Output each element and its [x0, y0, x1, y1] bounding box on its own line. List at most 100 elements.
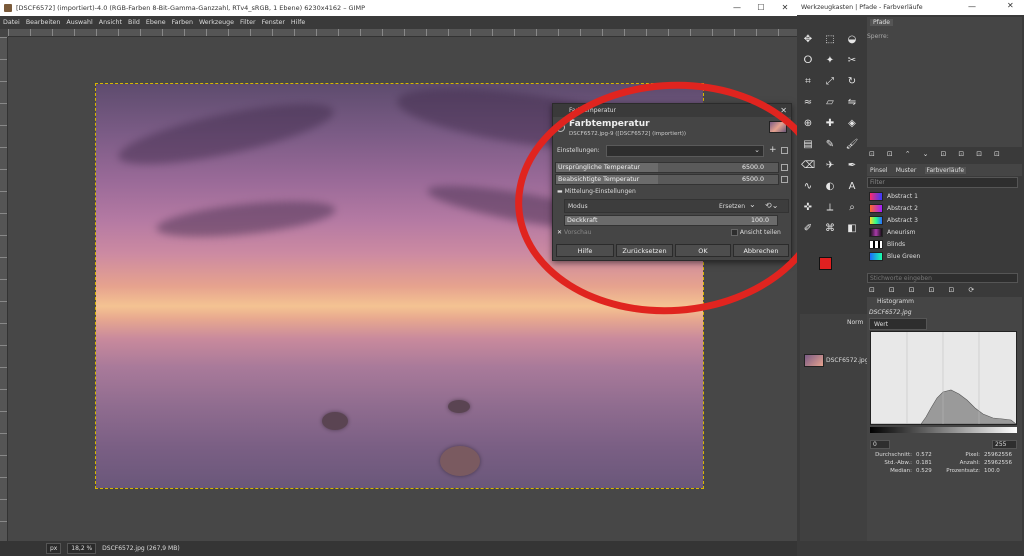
foreground-color-swatch[interactable]	[819, 257, 832, 270]
unit-select[interactable]: px	[46, 543, 62, 554]
channel-value: Wert	[874, 321, 889, 328]
histogram-title: Histogramm	[877, 298, 914, 305]
filter-combo[interactable]: Filter	[867, 177, 1018, 188]
gradient-name: Blue Green	[887, 253, 921, 260]
ink-icon[interactable]: ✒	[845, 159, 859, 173]
layer-name[interactable]: DSCF6572.jpg	[826, 357, 869, 364]
text-icon[interactable]: A	[845, 180, 859, 194]
gradient-swatch	[869, 204, 883, 213]
tab-brushes[interactable]: Pinsel	[870, 167, 887, 174]
minimize-button[interactable]: —	[725, 0, 749, 16]
vertical-ruler[interactable]	[0, 37, 8, 541]
histogram-curve	[871, 389, 1017, 425]
status-file: DSCF6572.jpg (267,9 MB)	[102, 545, 180, 552]
paths-actions[interactable]: ⊡⊡⌃⌄⊡⊡⊡⊡	[869, 150, 1019, 160]
clone-icon[interactable]: ⊕	[801, 117, 815, 131]
gradient-item[interactable]: Blue Green	[869, 251, 920, 263]
heal-icon[interactable]: ✚	[823, 117, 837, 131]
range-min-input[interactable]: 0	[870, 440, 890, 449]
toolbox-minimize-button[interactable]: —	[968, 2, 976, 11]
status-bar: px 18,2 % DSCF6572.jpg (267,9 MB)	[0, 541, 797, 556]
unified-transform-icon[interactable]: ⤢	[823, 75, 837, 89]
gradient-item[interactable]: Abstract 1	[869, 191, 918, 203]
toolbox-titlebar: Werkzeugkasten | Pfade - Farbverläufe	[797, 0, 1024, 15]
menu-filters[interactable]: Filter	[237, 16, 259, 29]
menu-file[interactable]: Datei	[0, 16, 23, 29]
eraser-icon[interactable]: ⌫	[801, 159, 815, 173]
menu-view[interactable]: Ansicht	[96, 16, 125, 29]
histogram-svg	[871, 332, 1017, 425]
paint-bucket-icon[interactable]: ◈	[845, 117, 859, 131]
crop-icon[interactable]: ⌗	[801, 75, 815, 89]
perspective-icon[interactable]: ▱	[823, 96, 837, 110]
gradient-item[interactable]: Abstract 3	[869, 215, 918, 227]
rock-shape	[448, 400, 470, 413]
color-picker-icon[interactable]: ✜	[801, 201, 815, 215]
warp-icon[interactable]: ≈	[801, 96, 815, 110]
gradient-item[interactable]: Abstract 2	[869, 203, 918, 215]
rock-shape	[322, 412, 348, 430]
tab-gradients[interactable]: Farbverläufe	[924, 167, 967, 174]
tag-search-input[interactable]: Stichworte eingeben	[867, 273, 1018, 283]
menu-colors[interactable]: Farben	[169, 16, 196, 29]
layer-mode[interactable]: Norm	[847, 319, 863, 326]
horizontal-ruler[interactable]	[8, 29, 797, 37]
scissors-icon[interactable]: ✂	[845, 54, 859, 68]
menu-select[interactable]: Auswahl	[63, 16, 95, 29]
filter-label: Filter	[870, 179, 885, 186]
menu-help[interactable]: Hilfe	[288, 16, 308, 29]
fuzzy-select-icon[interactable]: ✦	[823, 54, 837, 68]
menu-bar: Datei Bearbeiten Auswahl Ansicht Bild Ebene Fa…	[0, 16, 797, 29]
cloud-shape	[154, 194, 338, 244]
gradient-swatch	[869, 240, 883, 249]
range-min: 0	[873, 441, 877, 448]
stat-median-label: Median:	[890, 468, 912, 474]
gradient-name: Abstract 2	[887, 205, 918, 212]
channel-select[interactable]: Wert	[869, 318, 927, 330]
gradient-icon[interactable]: ▤	[801, 138, 815, 152]
fg-select-icon[interactable]: ◒	[845, 33, 859, 47]
airbrush-icon[interactable]: ✈	[823, 159, 837, 173]
close-button[interactable]: ✕	[773, 0, 797, 16]
zoom-icon[interactable]: ⌕	[845, 201, 859, 215]
gradient-swatch	[869, 252, 883, 261]
paths-icon[interactable]: ✐	[801, 222, 815, 236]
histogram-graph[interactable]	[870, 331, 1017, 425]
gradient-swatch	[869, 228, 883, 237]
paths-tab[interactable]: Pfade	[870, 19, 893, 26]
gimp-icon	[4, 4, 12, 12]
menu-image[interactable]: Bild	[125, 16, 143, 29]
menu-tools[interactable]: Werkzeuge	[196, 16, 237, 29]
flip-icon[interactable]: ⇋	[845, 96, 859, 110]
blend-icon[interactable]: ◧	[845, 222, 859, 236]
smudge-icon[interactable]: ∿	[801, 180, 815, 194]
tab-patterns[interactable]: Muster	[896, 167, 917, 174]
measure-icon[interactable]: ⟂	[823, 201, 837, 215]
range-max-input[interactable]: 255	[992, 440, 1017, 449]
gradient-item[interactable]: Aneurism	[869, 227, 916, 239]
menu-layer[interactable]: Ebene	[143, 16, 169, 29]
tag-search-placeholder: Stichworte eingeben	[870, 275, 932, 282]
layer-thumbnail[interactable]	[804, 354, 824, 367]
lock-label: Sperre:	[867, 33, 889, 40]
resource-actions[interactable]: ⊡⊡⊡⊡⊡⟳	[869, 286, 1019, 295]
menu-windows[interactable]: Fenster	[259, 16, 288, 29]
cloud-shape	[114, 91, 338, 177]
gradient-item[interactable]: Blinds	[869, 239, 905, 251]
maximize-button[interactable]: ☐	[749, 0, 773, 16]
gradient-name: Blinds	[887, 241, 906, 248]
menu-edit[interactable]: Bearbeiten	[23, 16, 64, 29]
pencil-icon[interactable]: ✎	[823, 138, 837, 152]
rotate-icon[interactable]: ↻	[845, 75, 859, 89]
rect-select-icon[interactable]: ⬚	[823, 33, 837, 47]
move-icon[interactable]: ✥	[801, 33, 815, 47]
stat-std: 0.181	[916, 460, 932, 466]
dodge-icon[interactable]: ◐	[823, 180, 837, 194]
toolbox-close-button[interactable]: ✕	[1007, 1, 1014, 10]
cage-icon[interactable]: ⌘	[823, 222, 837, 236]
gradient-list: Abstract 1 Abstract 2 Abstract 3 Aneurism Bl…	[867, 189, 1017, 263]
lasso-icon[interactable]: ⵔ	[801, 54, 815, 68]
paintbrush-icon[interactable]: 🖌	[845, 138, 859, 152]
zoom-select[interactable]: 18,2 %	[67, 543, 97, 554]
tool-grid: ✥ ⬚ ◒ ⵔ ✦ ✂ ⌗ ⤢ ↻ ≈ ▱ ⇋ ⊕ ✚ ◈ ▤ ✎ 🖌 ⌫ ✈ ✒ ∿ ◐ A ✜ ⟂ ⌕ ✐ ⌘ ◧	[801, 33, 864, 253]
